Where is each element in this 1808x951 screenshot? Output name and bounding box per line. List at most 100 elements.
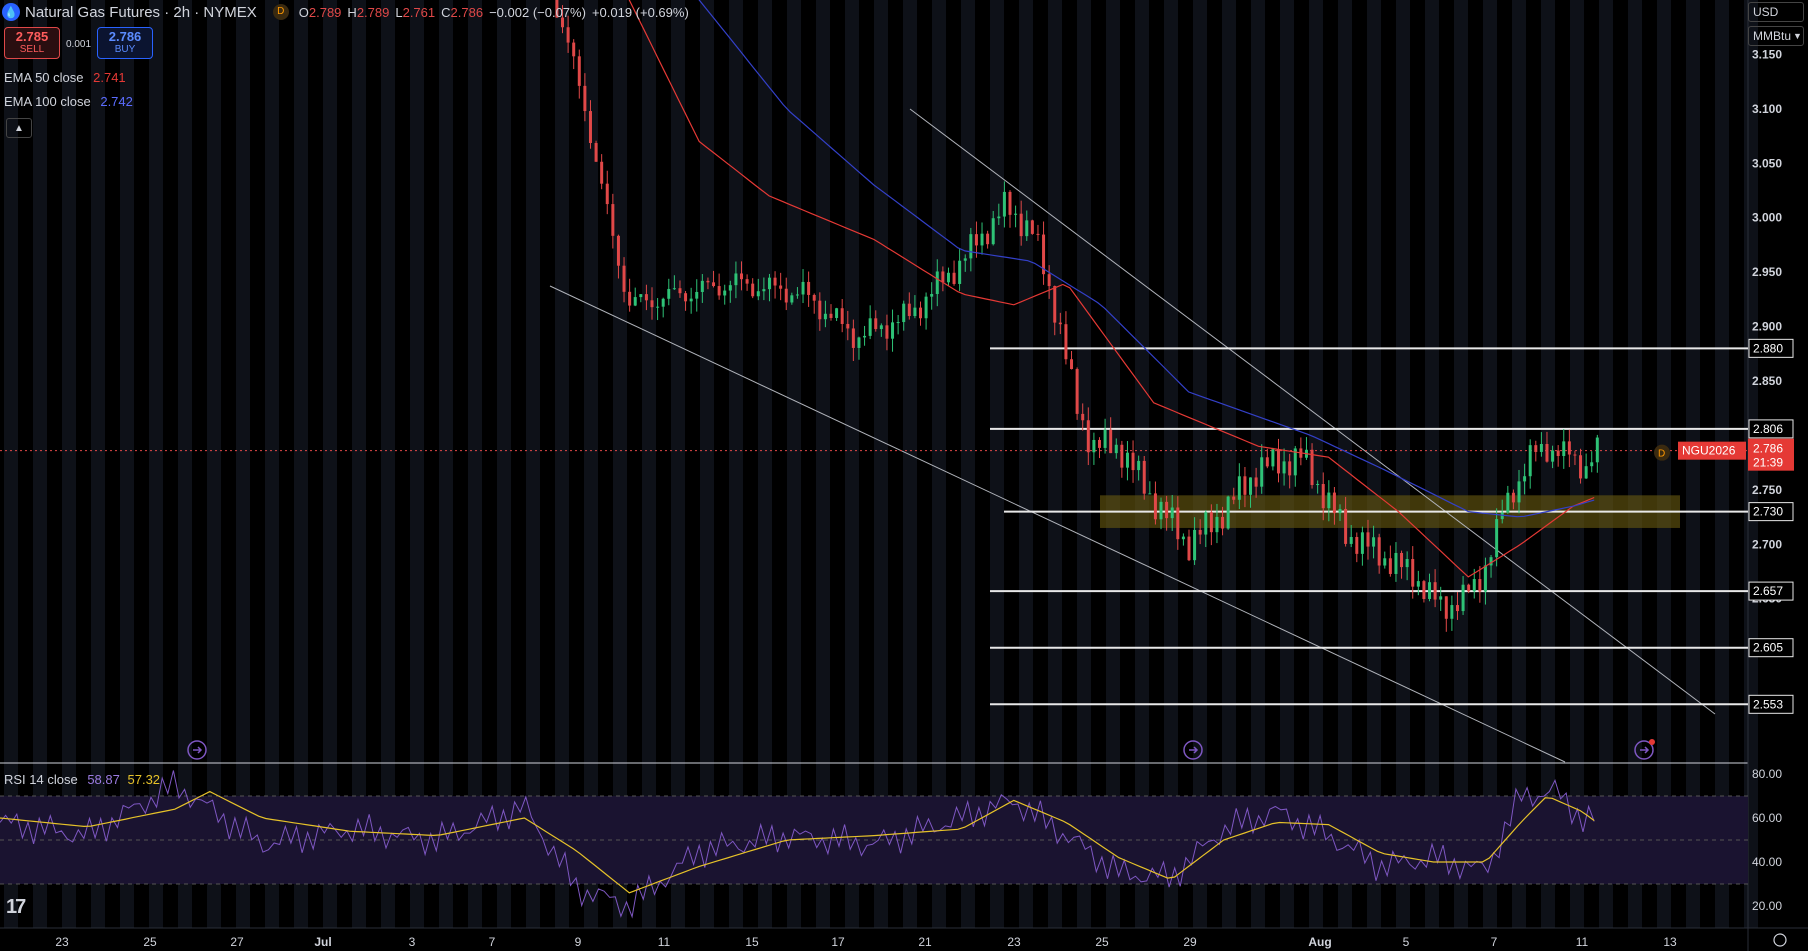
candle-body <box>1232 496 1236 500</box>
session-band <box>149 0 163 928</box>
candle-body <box>773 277 777 286</box>
rsi-tick: 60.00 <box>1752 811 1782 825</box>
currency-select[interactable]: USD <box>1748 2 1804 22</box>
candle-body <box>913 307 917 317</box>
candle-body <box>1064 324 1068 360</box>
d-badge[interactable]: D <box>272 4 289 20</box>
rsi-legend[interactable]: RSI 14 close 58.87 57.32 <box>4 772 160 787</box>
session-band <box>91 0 105 928</box>
candle-body <box>874 318 878 330</box>
ema50-legend[interactable]: EMA 50 close 2.741 <box>4 70 126 85</box>
candle-body <box>605 183 609 205</box>
candle-body <box>1355 537 1359 554</box>
session-band <box>700 0 714 928</box>
candle-body <box>622 265 626 292</box>
candle-body <box>695 291 699 299</box>
time-label: Aug <box>1308 935 1331 949</box>
chart-canvas[interactable]: 3.150 3.100 3.050 3.000 2.950 2.900 2.850 2.750… <box>0 0 1808 951</box>
candle-body <box>1053 286 1057 323</box>
candle-body <box>1377 537 1381 566</box>
candle-body <box>1058 322 1062 325</box>
price-tick: 3.050 <box>1752 156 1782 170</box>
candle-body <box>784 288 788 303</box>
price-tick: 2.700 <box>1752 537 1782 551</box>
candle-body <box>846 323 850 329</box>
candle-body <box>1366 532 1370 547</box>
candle-body <box>790 295 794 303</box>
candle-body <box>896 322 900 324</box>
candle-body <box>1562 441 1566 457</box>
rsi-label: RSI 14 close <box>4 772 78 787</box>
candle-body <box>633 297 637 306</box>
sell-button[interactable]: 2.785 SELL <box>4 27 60 59</box>
candle-body <box>1590 462 1594 467</box>
candle-body <box>1198 529 1202 535</box>
candle-body <box>823 313 827 320</box>
symbol-title[interactable]: Natural Gas Futures · 2h · NYMEX <box>25 4 257 21</box>
candle-body <box>1243 476 1247 495</box>
candle-body <box>1338 508 1342 514</box>
chevron-up-icon[interactable]: ▲ <box>6 118 32 138</box>
price-tick: 2.750 <box>1752 483 1782 497</box>
candle-body <box>1383 558 1387 566</box>
candle-body <box>930 293 934 297</box>
trade-panel: 2.785 SELL 0.001 2.786 BUY <box>4 27 154 59</box>
candle-body <box>1400 552 1404 568</box>
session-band <box>526 0 540 928</box>
candle-body <box>1097 439 1101 448</box>
candle-body <box>840 308 844 324</box>
price-tick: 2.850 <box>1752 374 1782 388</box>
price-tick: 2.950 <box>1752 265 1782 279</box>
tradingview-logo-icon[interactable]: 17 <box>6 896 26 919</box>
candle-body <box>639 294 643 298</box>
candle-body <box>1249 477 1253 495</box>
rsi-tick: 20.00 <box>1752 899 1782 913</box>
rsi-tick: 40.00 <box>1752 855 1782 869</box>
candle-body <box>1153 493 1157 520</box>
candle-body <box>1215 516 1219 533</box>
session-band <box>1628 0 1642 928</box>
candle-body <box>1187 536 1191 561</box>
candle-body <box>1439 596 1443 600</box>
time-label: 23 <box>1007 935 1021 949</box>
candle-body <box>751 283 755 297</box>
time-label: 15 <box>745 935 759 949</box>
time-label: 21 <box>918 935 932 949</box>
rsi-ma-value: 57.32 <box>127 772 161 787</box>
candle-body <box>1506 492 1510 513</box>
session-band <box>1222 0 1236 928</box>
ohlc-low: L2.761 <box>395 4 436 20</box>
symbol-tag: NGU2026 <box>1682 444 1736 458</box>
candle-body <box>1388 558 1392 574</box>
session-band <box>1599 0 1613 928</box>
time-label: 29 <box>1183 935 1197 949</box>
session-band <box>33 0 47 928</box>
candle-body <box>1349 537 1353 544</box>
ema100-legend[interactable]: EMA 100 close 2.742 <box>4 94 133 109</box>
candle-body <box>723 290 727 296</box>
candle-body <box>935 271 939 294</box>
session-band <box>1396 0 1410 928</box>
candle-body <box>829 313 833 318</box>
candle-body <box>628 291 632 306</box>
candle-body <box>1428 582 1432 599</box>
session-band <box>932 0 946 928</box>
session-band <box>845 0 859 928</box>
candle-body <box>1584 466 1588 479</box>
session-band <box>1164 0 1178 928</box>
session-band <box>1193 0 1207 928</box>
candle-body <box>594 143 598 162</box>
candle-body <box>1109 429 1113 454</box>
candle-body <box>1394 552 1398 574</box>
event-alert-dot <box>1649 739 1655 745</box>
candle-body <box>1534 445 1538 452</box>
candle-body <box>1523 476 1527 482</box>
time-axis[interactable]: 23 25 27 Jul 3 7 9 11 15 17 21 23 25 29 Aug 5 7 11 13 <box>0 927 1808 949</box>
buy-button[interactable]: 2.786 BUY <box>97 27 154 59</box>
session-band <box>1280 0 1294 928</box>
candle-body <box>1411 559 1415 587</box>
candle-body <box>779 285 783 289</box>
unit-select[interactable]: MMBtu ▼ <box>1748 26 1804 46</box>
candle-body <box>918 307 922 319</box>
price-tick: 3.000 <box>1752 211 1782 225</box>
